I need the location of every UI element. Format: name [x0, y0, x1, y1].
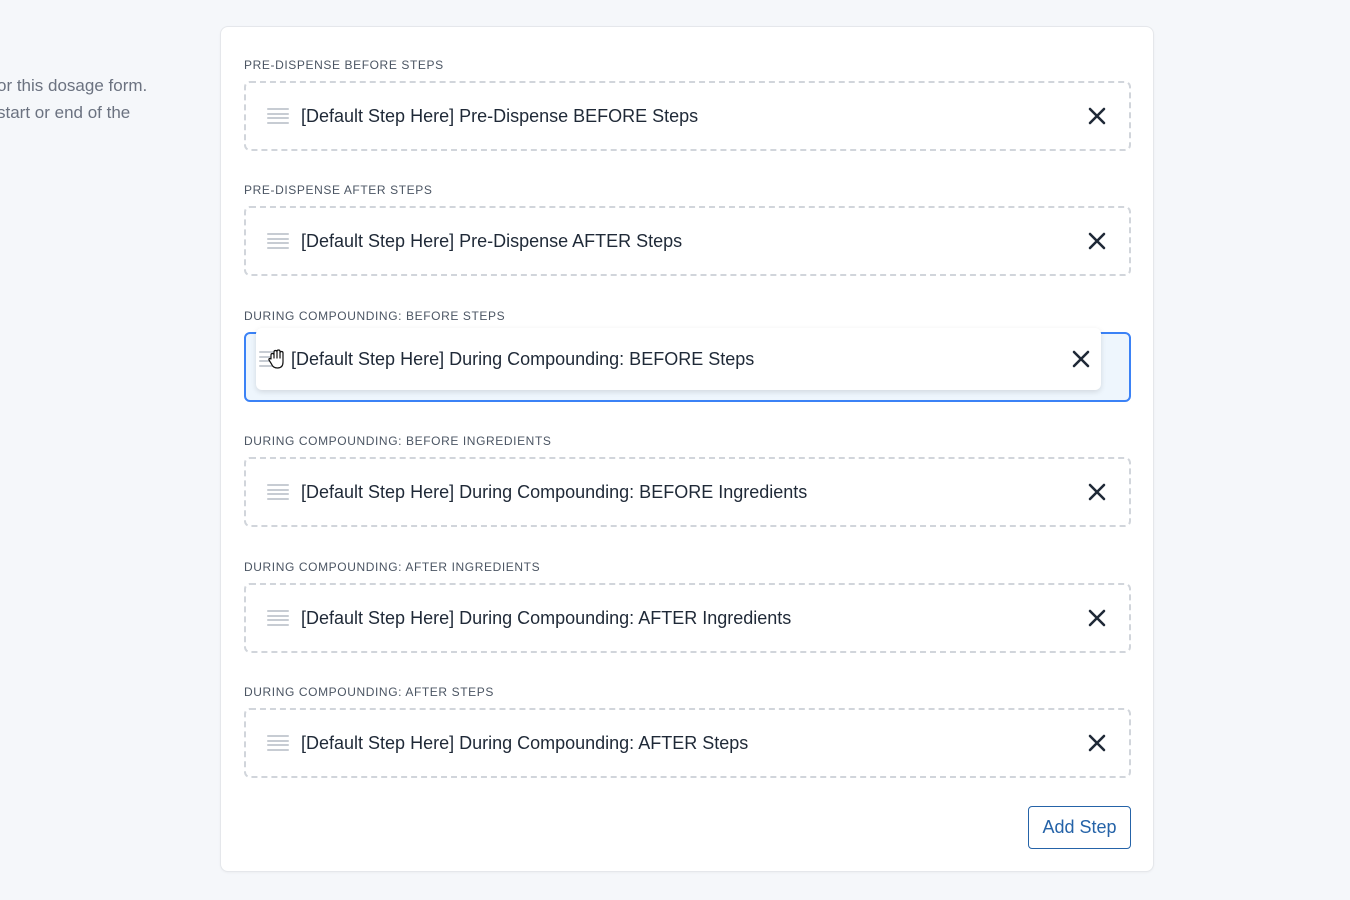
section-label: DURING COMPOUNDING: BEFORE STEPS — [244, 309, 506, 323]
drop-zone[interactable]: [Default Step Here] Pre-Dispense BEFORE … — [244, 81, 1131, 151]
section-pre-dispense-after: PRE-DISPENSE AFTER STEPS [Default Step H… — [244, 182, 1131, 276]
drag-handle-icon[interactable] — [267, 610, 289, 626]
drop-zone[interactable]: [Default Step Here] During Compounding: … — [244, 457, 1131, 527]
step-text: [Default Step Here] During Compounding: … — [301, 732, 749, 753]
step-text: [Default Step Here] During Compounding: … — [301, 481, 808, 502]
section-during-after-ingredients: DURING COMPOUNDING: AFTER INGREDIENTS [D… — [244, 559, 1131, 653]
close-icon[interactable] — [1079, 600, 1115, 636]
close-icon[interactable] — [1063, 341, 1099, 377]
grab-hand-cursor-icon — [267, 348, 287, 370]
drag-handle-icon[interactable] — [267, 233, 289, 249]
drop-zone[interactable]: [Default Step Here] During Compounding: … — [244, 708, 1131, 778]
step-item[interactable]: [Default Step Here] Pre-Dispense AFTER S… — [246, 208, 1129, 274]
close-icon[interactable] — [1079, 474, 1115, 510]
steps-card: PRE-DISPENSE BEFORE STEPS [Default Step … — [220, 26, 1154, 872]
section-description: or this dosage form. start or end of the — [0, 72, 200, 126]
section-label: DURING COMPOUNDING: BEFORE INGREDIENTS — [244, 434, 552, 448]
step-item[interactable]: [Default Step Here] During Compounding: … — [246, 459, 1129, 525]
drop-zone-active[interactable]: [Default Step Here] During Compounding: … — [244, 328, 1131, 402]
step-text: [Default Step Here] During Compounding: … — [291, 348, 755, 369]
step-text: [Default Step Here] During Compounding: … — [301, 607, 792, 628]
add-step-button[interactable]: Add Step — [1028, 806, 1131, 849]
description-line-2: start or end of the — [0, 103, 131, 122]
step-item[interactable]: [Default Step Here] Pre-Dispense BEFORE … — [246, 83, 1129, 149]
section-label: DURING COMPOUNDING: AFTER INGREDIENTS — [244, 560, 541, 574]
drag-handle-icon[interactable] — [267, 108, 289, 124]
drag-handle-icon[interactable] — [267, 484, 289, 500]
section-during-after-steps: DURING COMPOUNDING: AFTER STEPS [Default… — [244, 684, 1131, 778]
description-line-1: or this dosage form. — [0, 76, 148, 95]
drop-zone[interactable]: [Default Step Here] During Compounding: … — [244, 583, 1131, 653]
section-label: PRE-DISPENSE BEFORE STEPS — [244, 58, 444, 72]
step-item[interactable]: [Default Step Here] During Compounding: … — [246, 585, 1129, 651]
close-icon[interactable] — [1079, 223, 1115, 259]
step-item[interactable]: [Default Step Here] During Compounding: … — [246, 710, 1129, 776]
close-icon[interactable] — [1079, 98, 1115, 134]
step-item-dragging[interactable]: [Default Step Here] During Compounding: … — [256, 328, 1101, 390]
section-label: DURING COMPOUNDING: AFTER STEPS — [244, 685, 494, 699]
section-during-before-steps: DURING COMPOUNDING: BEFORE STEPS [Defaul… — [244, 308, 1131, 402]
section-label: PRE-DISPENSE AFTER STEPS — [244, 183, 433, 197]
step-text: [Default Step Here] Pre-Dispense AFTER S… — [301, 230, 683, 251]
section-during-before-ingredients: DURING COMPOUNDING: BEFORE INGREDIENTS [… — [244, 433, 1131, 527]
drag-handle-icon[interactable] — [267, 735, 289, 751]
step-text: [Default Step Here] Pre-Dispense BEFORE … — [301, 105, 699, 126]
drop-zone[interactable]: [Default Step Here] Pre-Dispense AFTER S… — [244, 206, 1131, 276]
close-icon[interactable] — [1079, 725, 1115, 761]
section-pre-dispense-before: PRE-DISPENSE BEFORE STEPS [Default Step … — [244, 57, 1131, 151]
